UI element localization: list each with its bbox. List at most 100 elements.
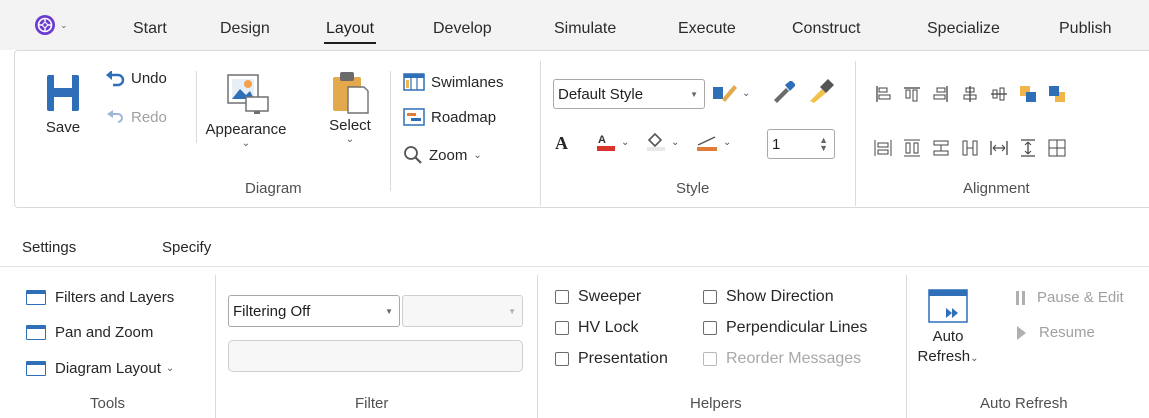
pause-edit-button[interactable]: Pause & Edit: [1015, 289, 1124, 306]
helpers-group-label: Helpers: [690, 395, 742, 412]
tab-specify[interactable]: Specify: [162, 239, 211, 256]
tab-construct[interactable]: Construct: [792, 20, 860, 38]
style-combo[interactable]: Default Style ▼: [553, 79, 705, 109]
dropdown-arrow-icon: ▼: [690, 89, 698, 99]
fill-bucket-icon: [647, 132, 665, 151]
tab-settings[interactable]: Settings: [22, 239, 76, 256]
tab-execute[interactable]: Execute: [678, 20, 736, 38]
space-evenly-horizontal-icon[interactable]: [961, 139, 979, 157]
select-button[interactable]: Select ⌄: [322, 69, 378, 145]
diagram-layout-button[interactable]: Diagram Layout ⌄: [26, 360, 174, 377]
checkbox-box: [555, 321, 569, 335]
stepper-arrows-icon: ▲ ▼: [819, 135, 828, 153]
space-evenly-vertical-icon[interactable]: [932, 139, 950, 157]
roadmap-button[interactable]: Roadmap: [403, 108, 496, 126]
bring-to-front-icon[interactable]: [1019, 85, 1037, 103]
line-color-button[interactable]: ⌄: [695, 131, 731, 153]
filter-combo-value: Filtering Off: [233, 302, 311, 320]
tab-develop[interactable]: Develop: [433, 20, 492, 38]
zoom-label: Zoom: [429, 146, 468, 164]
hv-lock-checkbox[interactable]: HV Lock: [555, 319, 638, 337]
grid-icon[interactable]: [1048, 139, 1066, 157]
filter-secondary-combo[interactable]: ▼: [402, 295, 523, 327]
swimlanes-icon: [403, 73, 425, 91]
layout-ribbon-panel: Save Undo Redo Appearance ⌄ Select ⌄ Swi…: [14, 50, 1149, 208]
format-painter-button[interactable]: [808, 79, 834, 103]
filter-combo[interactable]: Filtering Off ▼: [228, 295, 400, 327]
select-label: Select: [329, 117, 371, 134]
swimlanes-button[interactable]: Swimlanes: [403, 73, 504, 91]
window-icon: [26, 361, 46, 376]
same-height-icon[interactable]: [903, 139, 921, 157]
checkbox-box: [555, 352, 569, 366]
undo-button[interactable]: Undo: [105, 70, 167, 87]
sub-ribbon-tab-bar: Settings Specify: [0, 230, 1149, 266]
chevron-down-icon: ⌄: [165, 363, 175, 374]
checkbox-box: [703, 290, 717, 304]
auto-refresh-button[interactable]: Auto Refresh⌄: [918, 289, 978, 369]
zoom-button[interactable]: Zoom ⌄: [403, 145, 482, 165]
apply-style-button[interactable]: ⌄: [712, 83, 750, 103]
align-centers-horizontal-icon[interactable]: [990, 85, 1008, 103]
sweeper-label: Sweeper: [578, 288, 642, 305]
tab-specialize[interactable]: Specialize: [927, 20, 1000, 38]
align-right-edges-icon[interactable]: [932, 85, 950, 103]
diagram-group-label: Diagram: [245, 180, 302, 197]
sweeper-checkbox[interactable]: Sweeper: [555, 288, 641, 306]
eyedropper-button[interactable]: [771, 81, 795, 103]
chevron-down-icon: ⌄: [742, 87, 751, 99]
align-centers-vertical-icon[interactable]: [961, 85, 979, 103]
same-width-arrow-icon[interactable]: [990, 139, 1008, 157]
same-width-icon[interactable]: [874, 139, 892, 157]
pan-and-zoom-button[interactable]: Pan and Zoom: [26, 324, 153, 341]
tools-group-label: Tools: [90, 395, 126, 412]
pan-and-zoom-label: Pan and Zoom: [55, 324, 154, 341]
redo-icon: [107, 109, 123, 123]
eyedropper-icon: [774, 81, 795, 103]
undo-label: Undo: [131, 70, 167, 87]
save-label: Save: [45, 119, 81, 136]
save-button[interactable]: Save: [39, 73, 87, 136]
tab-start[interactable]: Start: [133, 20, 167, 38]
hv-lock-label: HV Lock: [578, 319, 639, 336]
show-direction-checkbox[interactable]: Show Direction: [703, 288, 834, 306]
chevron-down-icon: ⌄: [241, 138, 251, 149]
same-height-arrow-icon[interactable]: [1019, 139, 1037, 157]
refresh-label-row: Refresh⌄: [918, 347, 979, 369]
fill-color-button[interactable]: ⌄: [645, 131, 679, 153]
reorder-messages-label: Reorder Messages: [726, 350, 862, 367]
window-icon: [26, 290, 46, 305]
tab-design[interactable]: Design: [220, 20, 270, 38]
redo-button[interactable]: Redo: [105, 109, 167, 126]
appearance-icon: [227, 74, 269, 114]
tab-simulate[interactable]: Simulate: [554, 20, 616, 38]
presentation-checkbox[interactable]: Presentation: [555, 350, 668, 368]
swimlanes-label: Swimlanes: [431, 73, 504, 91]
alignment-group-label: Alignment: [963, 180, 1030, 197]
chevron-down-icon: ⌄: [60, 19, 68, 30]
tab-layout[interactable]: Layout: [323, 20, 377, 44]
tab-publish[interactable]: Publish: [1059, 20, 1111, 38]
style-group-label: Style: [676, 180, 710, 197]
align-left-edges-icon[interactable]: [874, 85, 892, 103]
checkbox-box: [703, 321, 717, 335]
font-button[interactable]: A: [555, 133, 568, 154]
send-to-back-icon[interactable]: [1048, 85, 1066, 103]
perpendicular-lines-checkbox[interactable]: Perpendicular Lines: [703, 319, 867, 337]
line-width-stepper[interactable]: 1 ▲ ▼: [767, 129, 835, 159]
reorder-messages-checkbox[interactable]: Reorder Messages: [703, 350, 861, 368]
chevron-down-icon: ⌄: [970, 353, 979, 364]
undo-icon: [106, 70, 125, 86]
separator: [906, 275, 907, 418]
filter-text-field[interactable]: [228, 340, 523, 372]
resume-button[interactable]: Resume: [1015, 324, 1095, 341]
filters-and-layers-label: Filters and Layers: [55, 289, 175, 306]
app-menu-button[interactable]: ⌄: [34, 12, 82, 38]
appearance-button[interactable]: Appearance ⌄: [205, 73, 287, 149]
font-color-button[interactable]: A ⌄: [595, 131, 629, 153]
auto-label: Auto: [932, 328, 964, 345]
filters-and-layers-button[interactable]: Filters and Layers: [26, 289, 174, 306]
appearance-label: Appearance: [205, 121, 287, 138]
checkbox-box: [555, 290, 569, 304]
align-top-edges-icon[interactable]: [903, 85, 921, 103]
